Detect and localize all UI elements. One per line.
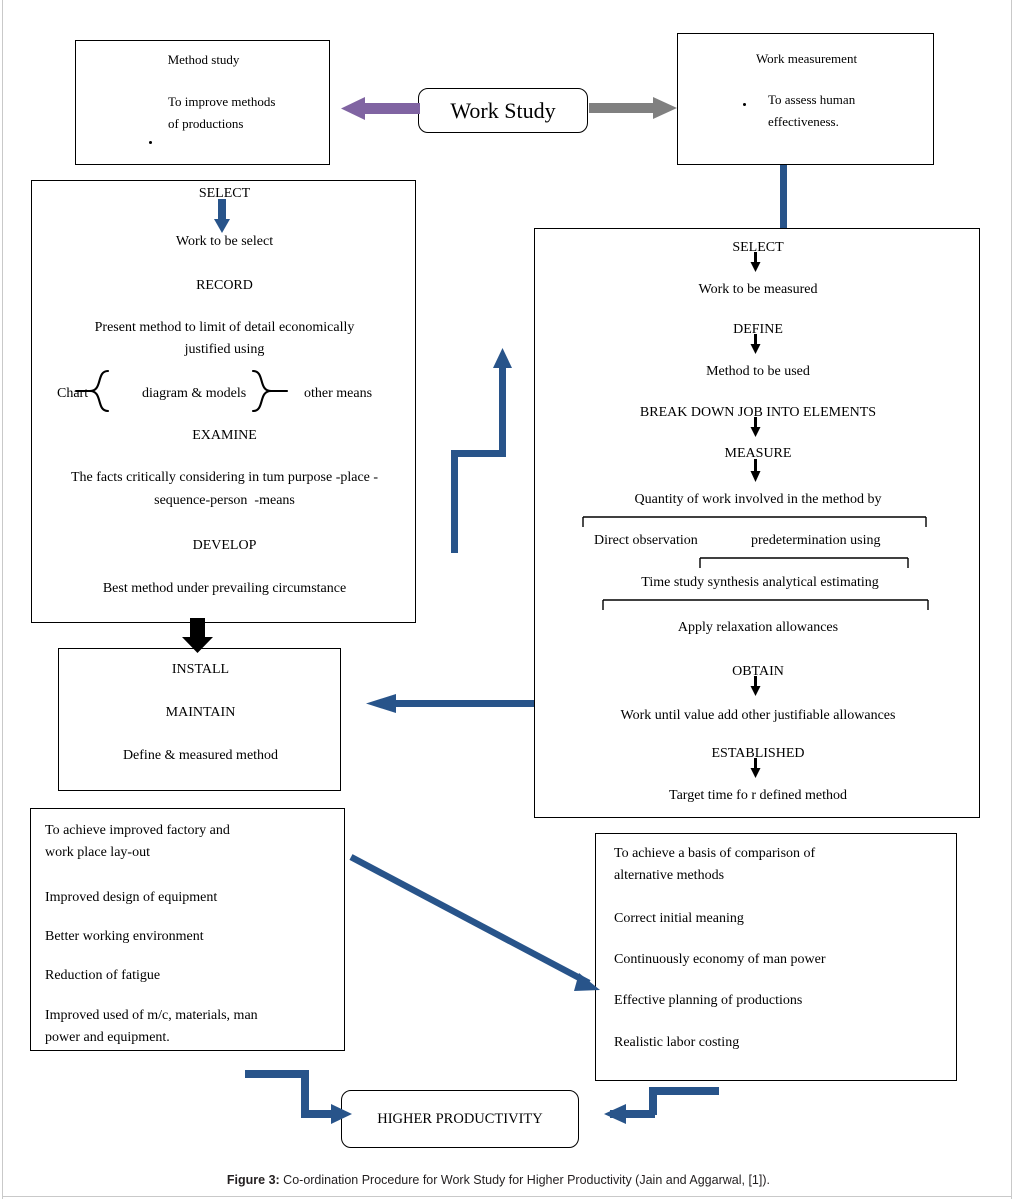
left-outcome-5a: Improved used of m/c, materials, man — [45, 1008, 258, 1023]
work-measurement-bullet-line-2: effectiveness. — [768, 114, 839, 129]
install-line-define-measured: Define & measured method — [122, 748, 279, 763]
right-outcome-2: Correct initial meaning — [614, 911, 744, 926]
work-measurement-bullet-line-1: To assess human — [768, 92, 856, 107]
measure-bracket-time-study: Time study synthesis analytical estimati… — [641, 575, 879, 590]
method-study-title: Method study — [167, 52, 240, 67]
right-outcome-3: Continuously economy of man power — [614, 952, 826, 967]
higher-productivity-label: HIGHER PRODUCTIVITY — [377, 1110, 543, 1127]
arrow-elbow-up-to-method — [451, 348, 512, 553]
install-line-maintain: MAINTAIN — [165, 705, 236, 720]
measure-step-method-to-be-used: Method to be used — [706, 364, 810, 379]
measure-step-define: DEFINE — [733, 322, 783, 337]
arrow-work-study-to-method-study — [341, 97, 420, 120]
method-step-select: SELECT — [198, 186, 251, 201]
right-outcome-1a: To achieve a basis of comparison of — [614, 846, 816, 861]
measure-step-break-down-job: BREAK DOWN JOB INTO ELEMENTS — [639, 405, 877, 420]
left-outcome-3: Better working environment — [45, 929, 204, 944]
measure-bracket-predetermination-using: predetermination using — [751, 533, 881, 548]
method-brace-left-label: Chart — [57, 386, 89, 401]
right-outcome-1b: alternative methods — [614, 868, 725, 883]
page-rule-right — [1011, 0, 1012, 1199]
method-step-develop: DEVELOP — [192, 538, 257, 553]
method-study-bullet-line-2: of productions — [168, 116, 244, 131]
connector-work-measurement-down — [780, 165, 787, 228]
measure-bracket-direct-observation: Direct observation — [594, 533, 698, 548]
arrow-right-outcomes-to-productivity — [604, 1087, 719, 1124]
measure-step-established: ESTABLISHED — [711, 746, 805, 761]
right-outcome-5: Realistic labor costing — [614, 1035, 740, 1050]
figure-canvas: Method study To improve methods of produ… — [0, 0, 1014, 1199]
figure-caption: Figure 3: Co-ordination Procedure for Wo… — [213, 1159, 770, 1199]
method-study-box: Method study To improve methods of produ… — [75, 40, 330, 165]
arrow-work-study-to-work-measurement — [589, 97, 677, 119]
measure-step-measure: MEASURE — [724, 446, 792, 461]
figure-caption-prefix: Figure 3: — [226, 1173, 280, 1187]
method-step-best-method: Best method under prevailing circumstanc… — [102, 581, 347, 596]
method-step-examine: EXAMINE — [192, 428, 257, 443]
method-step-present-method-line-1: Present method to limit of detail econom… — [94, 320, 355, 335]
higher-productivity-node[interactable]: HIGHER PRODUCTIVITY — [341, 1090, 579, 1148]
measure-step-select: SELECT — [732, 240, 784, 255]
method-step-facts-line-1: The facts critically considering in tum … — [70, 470, 379, 485]
left-outcome-4: Reduction of fatigue — [45, 968, 161, 983]
measure-step-quantity-of-work: Quantity of work involved in the method … — [634, 492, 882, 507]
method-brace-middle-label: diagram & models — [142, 386, 247, 401]
left-outcomes-box: To achieve improved factory and work pla… — [30, 808, 345, 1051]
install-maintain-box: INSTALL MAINTAIN Define & measured metho… — [58, 648, 341, 791]
work-measurement-box: Work measurement To assess human effecti… — [677, 33, 934, 165]
measure-step-work-to-be-measured: Work to be measured — [698, 282, 818, 297]
figure-caption-text: Co-ordination Procedure for Work Study f… — [279, 1173, 770, 1187]
arrow-left-outcomes-to-productivity — [245, 1070, 352, 1124]
arrow-left-outcomes-to-right-outcomes — [349, 854, 600, 991]
left-outcome-1b: work place lay-out — [45, 845, 150, 860]
measure-step-work-until-value: Work until value add other justifiable a… — [620, 708, 896, 723]
left-outcome-2: Improved design of equipment — [45, 890, 218, 905]
measure-step-obtain: OBTAIN — [732, 664, 784, 679]
method-step-present-method-line-2: justified using — [184, 342, 265, 357]
page-rule-left — [2, 0, 3, 1199]
work-measurement-bullet-dot — [743, 103, 746, 106]
arrow-measurement-to-install — [366, 694, 534, 713]
work-study-node[interactable]: Work Study — [418, 88, 588, 133]
method-step-record: RECORD — [196, 278, 253, 293]
left-outcome-5b: power and equipment. — [45, 1030, 170, 1045]
measure-step-target-time: Target time fo r defined method — [669, 788, 847, 803]
method-steps-box: SELECT Work to be select RECORD Present … — [31, 180, 416, 623]
method-step-work-to-be-select: Work to be select — [175, 234, 274, 249]
left-outcome-1a: To achieve improved factory and — [45, 823, 230, 838]
work-measurement-title: Work measurement — [755, 51, 858, 66]
right-outcomes-box: To achieve a basis of comparison of alte… — [595, 833, 957, 1081]
measure-step-apply-relaxation: Apply relaxation allowances — [677, 620, 839, 635]
measurement-steps-box: SELECT Work to be measured DEFINE Method… — [534, 228, 980, 818]
method-study-bullet-line-1: To improve methods — [168, 94, 276, 109]
method-brace-right-label: other means — [304, 386, 373, 401]
method-study-bullet-dot — [149, 141, 152, 144]
right-outcome-4: Effective planning of productions — [614, 993, 803, 1008]
install-line-install: INSTALL — [171, 662, 230, 677]
work-study-label: Work Study — [450, 97, 556, 123]
method-step-facts-line-2: sequence-person -means — [154, 493, 295, 508]
